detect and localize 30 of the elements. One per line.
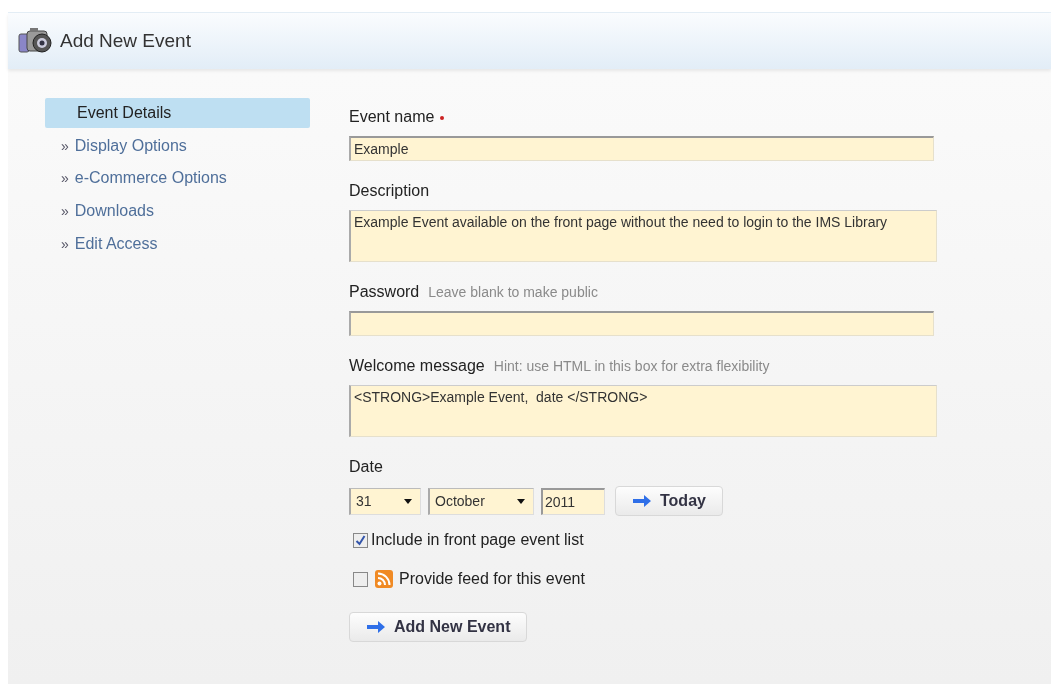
- month-dropdown[interactable]: October: [428, 487, 534, 515]
- field-label: Description: [349, 182, 430, 200]
- sidebar-item[interactable]: » Downloads: [45, 196, 310, 227]
- page-title: Add New Event: [60, 30, 191, 52]
- sidebar-item[interactable]: » Display Options: [45, 130, 310, 161]
- text-area[interactable]: <STRONG>Example Event, date </STRONG>: [349, 385, 937, 437]
- field-label: Date: [349, 458, 383, 476]
- field-hint: Leave blank to make public: [428, 284, 598, 300]
- field-hint: Hint: use HTML in this box for extra flexibility: [493, 358, 770, 374]
- text-area[interactable]: Example Event available on the front page without the need to login to the IMS Library: [349, 210, 937, 262]
- camera-icon: [18, 27, 54, 55]
- text-field[interactable]: [349, 311, 934, 336]
- checkbox[interactable]: [353, 532, 368, 548]
- sidebar-item[interactable]: » Edit Access: [45, 228, 310, 259]
- day-dropdown[interactable]: 31: [349, 487, 421, 515]
- add-event-button[interactable]: Add New Event: [349, 612, 528, 642]
- checkbox-label: Include in front page event list: [371, 531, 584, 549]
- field-label: Welcome message: [349, 357, 485, 375]
- arrow-icon: [366, 621, 386, 633]
- today-button[interactable]: Today: [615, 486, 723, 516]
- field-label: Password: [349, 283, 420, 301]
- rss-icon: [375, 570, 393, 588]
- field-label: Event name: [349, 108, 445, 126]
- sidebar-item[interactable]: » e-Commerce Options: [45, 163, 310, 194]
- arrow-icon: [632, 495, 652, 507]
- sidebar-item[interactable]: Event Details: [45, 98, 310, 128]
- checkbox[interactable]: [353, 571, 368, 587]
- checkbox-label: Provide feed for this event: [399, 570, 585, 588]
- text-field[interactable]: Example: [349, 136, 934, 161]
- year-field[interactable]: 2011: [541, 487, 605, 515]
